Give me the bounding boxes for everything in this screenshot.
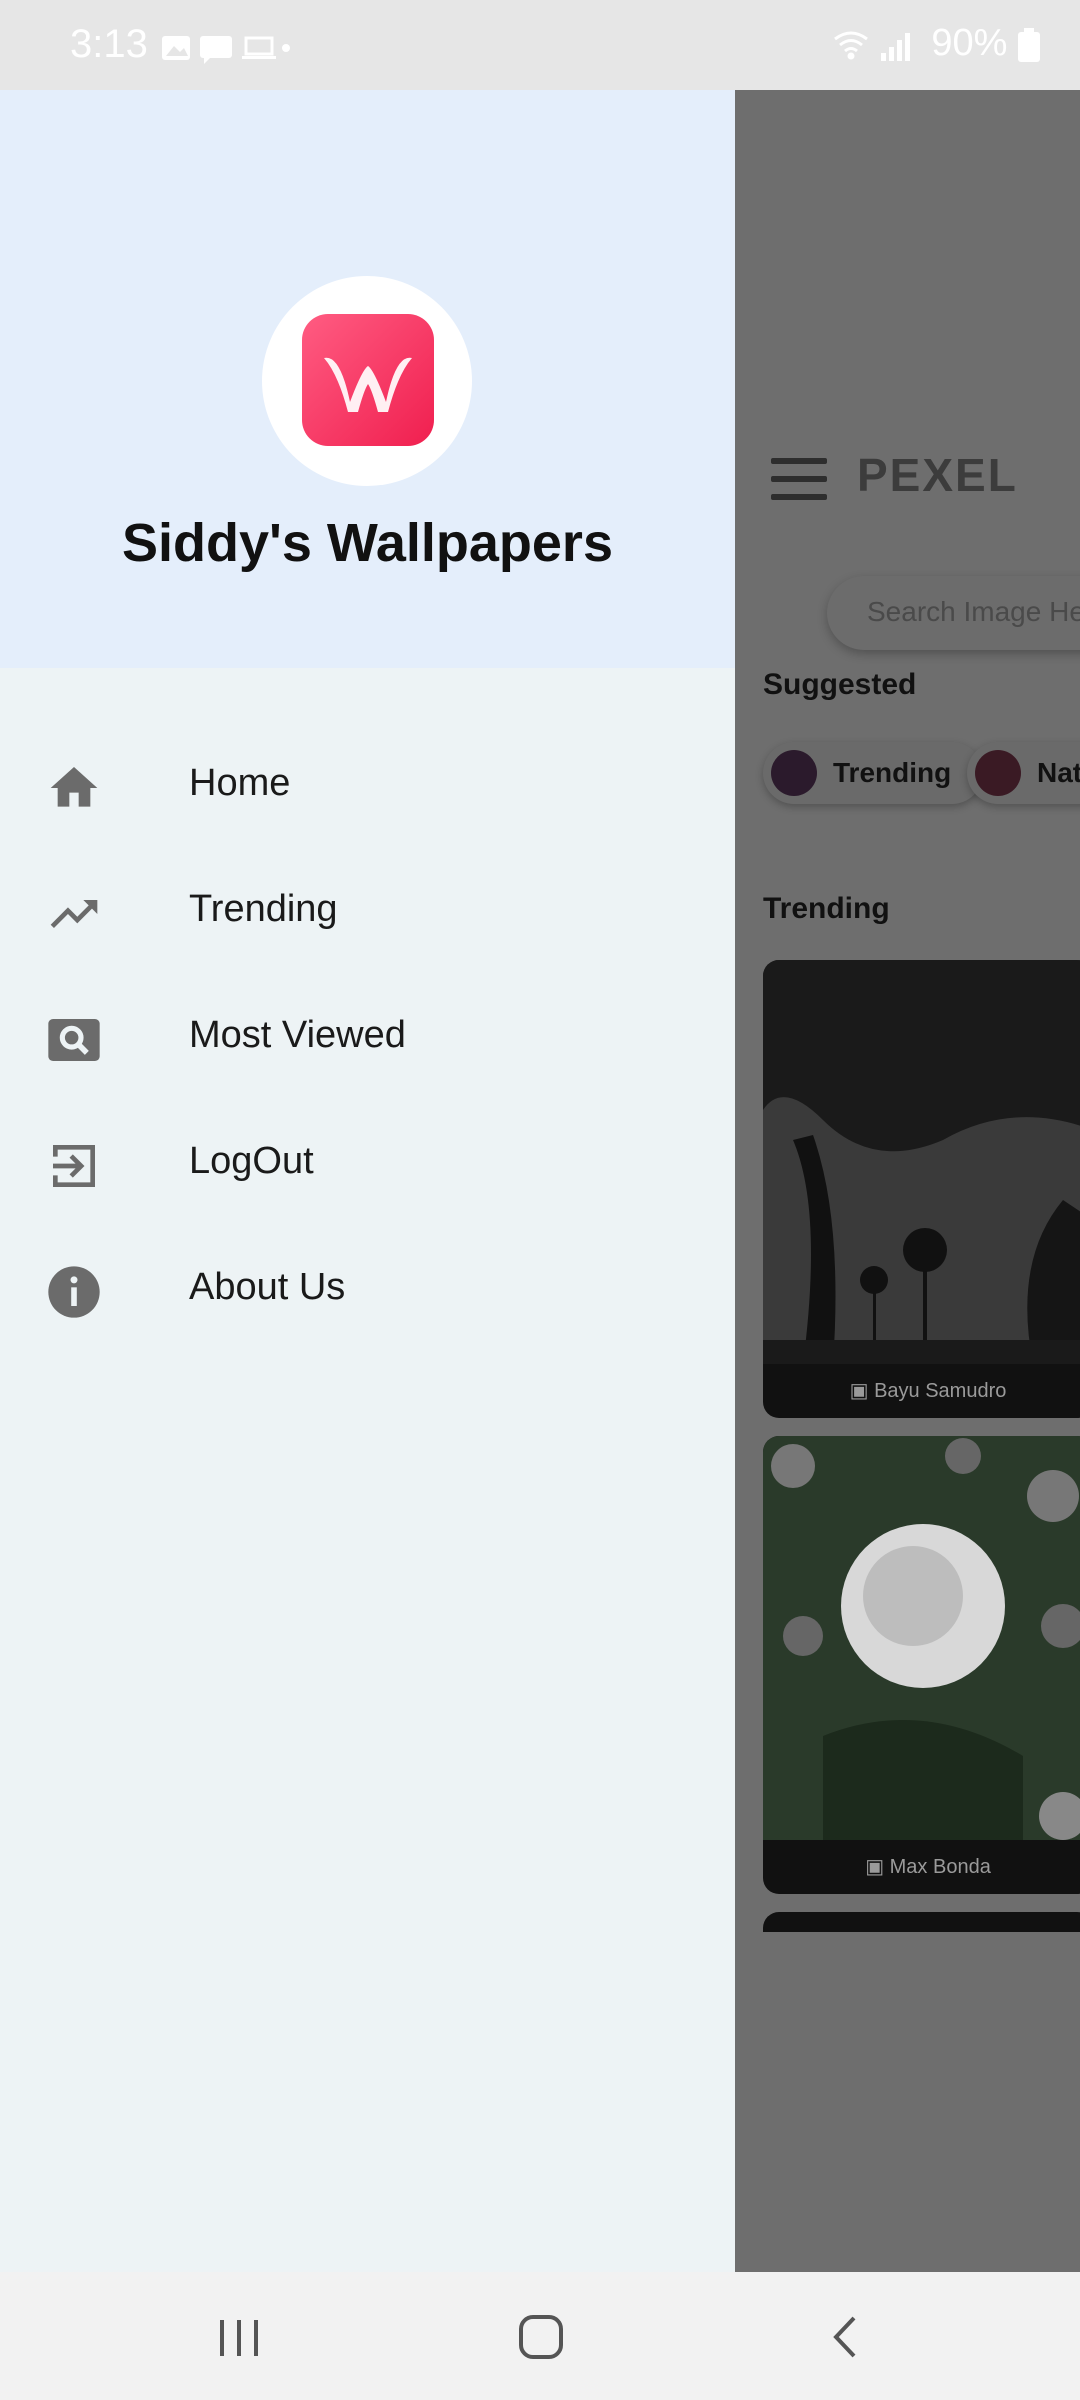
camera-icon: ▣ <box>865 1856 890 1878</box>
message-icon <box>200 36 232 64</box>
home-icon <box>50 767 98 807</box>
signal-icon <box>880 32 910 61</box>
app-logo <box>262 276 472 486</box>
photographer-caption: ▣ Bayu Samudro <box>763 1364 1080 1418</box>
system-navigation-bar <box>0 2272 1080 2400</box>
drawer-item-label: Home <box>189 762 291 804</box>
wallpaper-card-partial[interactable] <box>763 1912 1080 1932</box>
battery-icon <box>1018 27 1040 62</box>
drawer-item-about-us[interactable]: About Us <box>0 1236 735 1346</box>
wifi-icon <box>833 31 868 60</box>
chip-nature[interactable]: Nat <box>967 742 1080 804</box>
suggested-heading: Suggested <box>763 668 917 701</box>
chip-avatar <box>975 750 1021 796</box>
image-search-icon <box>48 1019 100 1061</box>
chip-label: Nat <box>1037 757 1080 788</box>
drawer-item-most-viewed[interactable]: Most Viewed <box>0 984 735 1094</box>
drawer-app-name: Siddy's Wallpapers <box>122 513 613 573</box>
recent-apps-icon[interactable] <box>204 2302 274 2372</box>
photographer-caption: ▣ Max Bonda <box>763 1840 1080 1894</box>
wallpaper-card[interactable]: ▣ Bayu Samudro <box>763 960 1080 1418</box>
laptop-icon <box>242 36 276 59</box>
status-bar: 3:13 90% <box>0 0 1080 90</box>
app-title: PEXEL <box>857 449 1018 501</box>
home-button-icon[interactable] <box>506 2302 576 2372</box>
navigation-drawer: Siddy's Wallpapers Home Trending Most Vi… <box>0 90 735 2272</box>
wallpaper-image <box>763 1436 1080 1840</box>
drawer-item-trending[interactable]: Trending <box>0 858 735 968</box>
logout-icon <box>53 1145 95 1187</box>
drawer-item-label: About Us <box>189 1266 346 1308</box>
battery-percent: 90% <box>931 22 1008 64</box>
drawer-header: Siddy's Wallpapers <box>0 90 735 668</box>
drawer-item-label: LogOut <box>189 1140 314 1182</box>
dot-icon <box>282 44 290 52</box>
wallpaper-card[interactable]: ▣ Max Bonda <box>763 1436 1080 1894</box>
drawer-item-label: Most Viewed <box>189 1014 406 1056</box>
trending-icon <box>50 900 98 928</box>
drawer-item-label: Trending <box>189 888 338 930</box>
status-time: 3:13 <box>70 22 148 66</box>
back-icon[interactable] <box>810 2302 880 2372</box>
status-notification-icons <box>160 34 290 69</box>
chip-trending[interactable]: Trending <box>763 742 983 804</box>
main-content-underlay: PEXEL Search Image Here Suggested Trendi… <box>735 90 1080 2272</box>
status-right: 90% <box>831 22 1040 65</box>
info-icon <box>48 1266 100 1318</box>
photographer-name: Max Bonda <box>889 1856 991 1878</box>
chip-label: Trending <box>833 757 952 788</box>
wallpaper-image <box>763 960 1080 1364</box>
app-logo-icon <box>302 314 434 446</box>
search-input-placeholder[interactable]: Search Image Here <box>867 596 1080 628</box>
trending-heading: Trending <box>763 892 890 925</box>
image-icon <box>162 36 190 60</box>
hamburger-menu-icon[interactable] <box>771 458 827 500</box>
drawer-item-logout[interactable]: LogOut <box>0 1110 735 1220</box>
photographer-name: Bayu Samudro <box>874 1380 1007 1402</box>
drawer-item-home[interactable]: Home <box>0 732 735 842</box>
camera-icon: ▣ <box>849 1380 875 1402</box>
chip-avatar <box>771 750 817 796</box>
